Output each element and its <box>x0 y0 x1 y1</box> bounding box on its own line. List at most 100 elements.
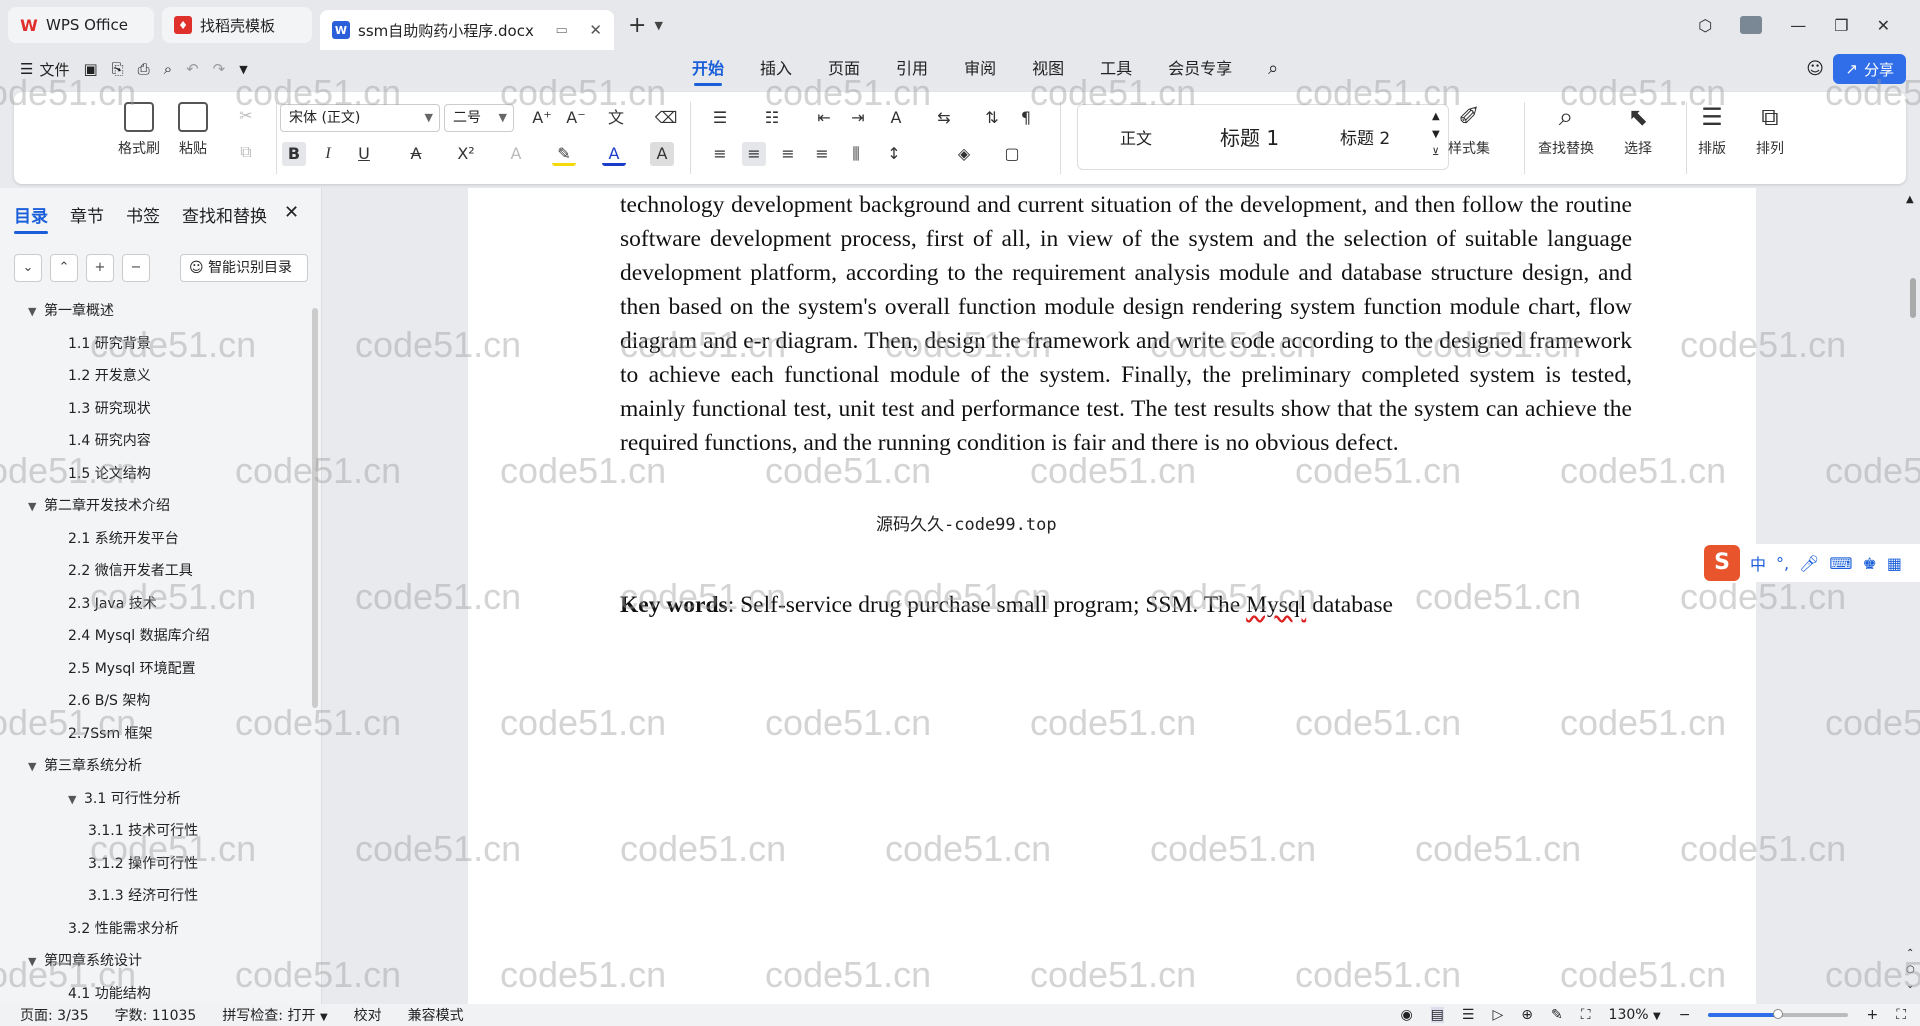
smart-toc-button[interactable]: ☺ 智能识别目录 <box>180 254 308 282</box>
quick-access-chevron-icon[interactable]: ▼ <box>239 63 247 76</box>
toc-item[interactable]: 2.2 微信开发者工具 <box>68 560 193 580</box>
tab-chapters[interactable]: 章节 <box>70 202 104 234</box>
collapse-chevron-icon[interactable]: ⌄ <box>14 254 42 282</box>
line-spacing-icon[interactable]: ↕ <box>882 142 906 166</box>
chat-icon[interactable]: ☺ <box>1806 59 1824 79</box>
toc-item[interactable]: 3.1.2 操作可行性 <box>88 853 198 873</box>
tab-page[interactable]: 页面 <box>810 50 878 88</box>
web-view-icon[interactable]: ⊕ <box>1521 1007 1533 1023</box>
cube-icon[interactable]: ⬡ <box>1698 16 1712 35</box>
file-menu[interactable]: 文件 <box>39 59 69 80</box>
tab-review[interactable]: 审阅 <box>946 50 1014 88</box>
toc-item[interactable]: 2.4 Mysql 数据库介绍 <box>68 625 210 645</box>
font-color-icon[interactable]: A <box>602 142 626 166</box>
align-center-icon[interactable]: ≡ <box>742 142 766 166</box>
search-icon[interactable]: ⌕ <box>1250 50 1296 88</box>
superscript-icon[interactable]: X² <box>454 142 478 166</box>
skin-icon[interactable]: ♚ <box>1863 554 1877 573</box>
document-scrollbar[interactable]: ▲ ⌃ ○ ⌄ <box>1904 188 1920 1004</box>
tab-current-document[interactable]: W ssm自助购药小程序.docx ▭ ✕ <box>320 10 614 50</box>
arrange-button[interactable]: ⧉ 排列 <box>1756 102 1784 158</box>
numbered-list-icon[interactable]: ☷ <box>760 106 784 130</box>
restore-tab-icon[interactable]: ▭ <box>555 23 567 38</box>
spellcheck-status[interactable]: 拼写检查: 打开 ▼ <box>222 1005 327 1025</box>
toc-item[interactable]: 3.2 性能需求分析 <box>68 918 179 938</box>
toc-item[interactable]: 2.3 Java 技术 <box>68 593 157 613</box>
style-scroll-up-icon[interactable]: ▲ <box>1432 111 1440 122</box>
close-pane-icon[interactable]: ✕ <box>284 202 299 223</box>
fit-page-icon[interactable]: ⛶ <box>1581 1007 1591 1023</box>
tab-bookmarks[interactable]: 书签 <box>126 202 160 234</box>
toc-item[interactable]: 1.2 开发意义 <box>68 365 151 385</box>
zoom-level[interactable]: 130% ▼ <box>1609 1007 1661 1023</box>
pane-scrollbar[interactable] <box>312 308 318 708</box>
style-expand-icon[interactable]: ⊻ <box>1432 147 1439 158</box>
bullet-list-icon[interactable]: ☰ <box>708 106 732 130</box>
page-indicator[interactable]: 页面: 3/35 <box>20 1005 89 1025</box>
increase-indent-icon[interactable]: ⇥ <box>846 106 870 130</box>
tab-wps-office[interactable]: W WPS Office <box>8 7 154 43</box>
grow-font-icon[interactable]: A⁺ <box>530 106 554 130</box>
menu-hamburger-icon[interactable]: ☰ <box>20 60 33 78</box>
minimize-icon[interactable]: — <box>1790 16 1806 35</box>
zoom-slider[interactable] <box>1708 1009 1849 1019</box>
italic-button[interactable]: I <box>316 142 340 166</box>
source-caption[interactable]: 源码久久-code99.top <box>876 510 1057 535</box>
tab-references[interactable]: 引用 <box>878 50 946 88</box>
distribute-icon[interactable]: ⫼ <box>844 142 868 166</box>
toolbox-icon[interactable]: ▦ <box>1887 554 1902 573</box>
fullscreen-icon[interactable]: ⛶ <box>1896 1007 1906 1023</box>
next-page-icon[interactable]: ⌄ <box>1906 980 1914 991</box>
page-view-icon[interactable]: ▤ <box>1430 1007 1444 1023</box>
export-icon[interactable]: ⎘ <box>112 60 124 78</box>
print-preview-icon[interactable]: ⌕ <box>164 60 172 78</box>
ime-lang[interactable]: 中 <box>1750 551 1766 575</box>
toc-collapse-icon[interactable]: ▼ <box>28 500 44 513</box>
print-icon[interactable]: ⎙ <box>138 60 150 78</box>
copy-icon[interactable]: ⧉ <box>234 140 258 164</box>
phonetic-guide-icon[interactable]: 文 <box>604 106 628 130</box>
strikethrough-icon[interactable]: A <box>404 142 428 166</box>
toc-item[interactable]: 3.1.3 经济可行性 <box>88 885 198 905</box>
style-normal[interactable]: 正文 <box>1120 125 1152 149</box>
swap-icon[interactable]: ⇆ <box>932 106 956 130</box>
abstract-paragraph[interactable]: technology development background and cu… <box>620 188 1632 460</box>
justify-icon[interactable]: ≡ <box>810 142 834 166</box>
font-name-select[interactable]: 宋体 (正文) ▼ <box>280 104 440 132</box>
remove-icon[interactable]: − <box>122 254 150 282</box>
select-button[interactable]: ⬉ 选择 <box>1624 102 1652 158</box>
toc-item[interactable]: 2.5 Mysql 环境配置 <box>68 658 196 678</box>
char-shading-icon[interactable]: A <box>650 142 674 166</box>
style-heading-1[interactable]: 标题 1 <box>1220 122 1279 151</box>
format-painter-button[interactable]: 格式刷 <box>118 102 160 158</box>
find-replace-button[interactable]: ⌕ 查找替换 <box>1538 102 1594 158</box>
toc-item[interactable]: 3.1.1 技术可行性 <box>88 820 198 840</box>
toc-item[interactable]: 1.1 研究背景 <box>68 333 151 353</box>
highlight-color-icon[interactable]: ✎ <box>552 142 576 166</box>
prev-page-icon[interactable]: ⌃ <box>1906 948 1914 959</box>
paste-button[interactable]: 粘贴 <box>178 102 208 158</box>
font-size-select[interactable]: 二号 ▼ <box>444 104 514 132</box>
underline-button[interactable]: U <box>352 142 376 166</box>
toc-collapse-icon[interactable]: ▼ <box>68 793 84 806</box>
style-heading-2[interactable]: 标题 2 <box>1340 124 1390 149</box>
sort-icon[interactable]: ⇅ <box>980 106 1004 130</box>
style-set-button[interactable]: ✐ 样式集 <box>1448 102 1490 158</box>
tab-list-chevron-icon[interactable]: ▼ <box>654 19 662 32</box>
tab-insert[interactable]: 插入 <box>742 50 810 88</box>
toc-collapse-icon[interactable]: ▼ <box>28 305 44 318</box>
word-count[interactable]: 字数: 11035 <box>115 1005 197 1025</box>
toc-item[interactable]: 2.1 系统开发平台 <box>68 528 179 548</box>
align-left-icon[interactable]: ≡ <box>708 142 732 166</box>
scroll-thumb[interactable] <box>1910 278 1916 318</box>
ime-toolbar[interactable]: S 中 °, 🎤︎ ⌨ ♚ ▦ <box>1700 544 1920 582</box>
close-tab-icon[interactable]: ✕ <box>589 21 602 39</box>
save-icon[interactable]: ▣ <box>83 60 97 78</box>
maximize-icon[interactable]: ❐ <box>1834 16 1848 35</box>
clear-format-icon[interactable]: ⌫ <box>654 106 678 130</box>
add-icon[interactable]: + <box>86 254 114 282</box>
keyboard-icon[interactable]: ⌨ <box>1829 554 1852 573</box>
keywords-line[interactable]: Key words: Self-service drug purchase sm… <box>620 592 1393 619</box>
zoom-in-icon[interactable]: + <box>1866 1007 1878 1023</box>
toc-item[interactable]: ▼ 3.1 可行性分析 <box>68 788 181 808</box>
